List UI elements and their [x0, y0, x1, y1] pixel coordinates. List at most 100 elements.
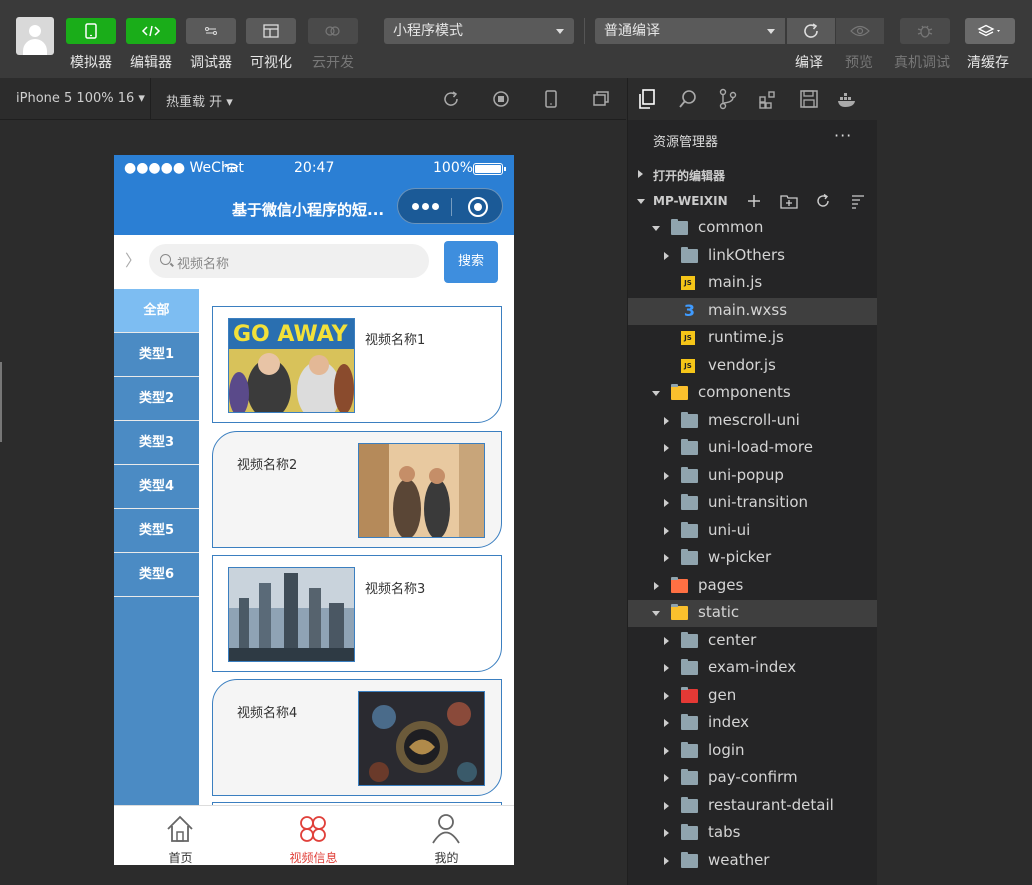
preview-button[interactable]: [836, 18, 884, 44]
video-card[interactable]: GO AWAY 视频名称1: [212, 306, 502, 423]
search-input[interactable]: 视频名称: [149, 244, 429, 278]
compile-select[interactable]: 普通编译: [595, 18, 785, 44]
tree-item-mescroll-uni[interactable]: mescroll-uni: [628, 408, 877, 435]
phone-frame-icon[interactable]: [542, 90, 560, 108]
hot-reload-select[interactable]: 热重载 开 ▾: [166, 91, 233, 110]
chevron-right-icon: [664, 526, 669, 535]
source-control-icon[interactable]: [717, 88, 739, 110]
category-item[interactable]: 类型4: [114, 465, 199, 509]
tree-item-w-picker[interactable]: w-picker: [628, 545, 877, 572]
simulator-tool[interactable]: 模拟器: [66, 18, 116, 72]
tree-item-static[interactable]: static: [628, 600, 877, 627]
video-card[interactable]: 视频名称2: [212, 431, 502, 548]
device-select[interactable]: iPhone 5 100% 16 ▾: [16, 91, 145, 106]
tree-item-label: linkOthers: [708, 245, 785, 264]
debugger-label: 调试器: [190, 55, 232, 71]
tree-item-main-wxss[interactable]: 3 main.wxss: [628, 297, 877, 325]
new-folder-icon[interactable]: [780, 193, 798, 209]
remote-debug-button[interactable]: [900, 18, 950, 44]
category-item[interactable]: 类型3: [114, 421, 199, 465]
tree-item-uni-ui[interactable]: uni-ui: [628, 518, 877, 545]
more-actions-icon[interactable]: ···: [834, 126, 852, 145]
tree-item-uni-load-more[interactable]: uni-load-more: [628, 435, 877, 462]
search-icon[interactable]: [677, 88, 699, 110]
tree-item-restaurant-detail[interactable]: restaurant-detail: [628, 793, 877, 820]
new-file-icon[interactable]: [746, 193, 762, 209]
tab-home[interactable]: 首页: [114, 806, 247, 865]
status-time: 20:47: [294, 160, 335, 176]
tree-item-gen[interactable]: gen: [628, 683, 877, 710]
category-item-all[interactable]: 全部: [114, 289, 199, 333]
category-item[interactable]: 类型5: [114, 509, 199, 553]
open-editors-section[interactable]: 打开的编辑器: [628, 161, 877, 188]
clear-cache-button[interactable]: [965, 18, 1015, 44]
chevron-right-icon: [664, 554, 669, 562]
tree-item-pay-confirm[interactable]: pay-confirm: [628, 765, 877, 792]
tree-item-uni-popup[interactable]: uni-popup: [628, 463, 877, 490]
mode-select[interactable]: 小程序模式: [384, 18, 574, 44]
debugger-tool[interactable]: 调试器: [186, 18, 236, 72]
rotate-icon[interactable]: [442, 90, 460, 108]
folder-icon: [681, 796, 698, 813]
editor-tool[interactable]: 编辑器: [126, 18, 176, 72]
capsule-menu[interactable]: [397, 188, 503, 224]
tree-item-center[interactable]: center: [628, 628, 877, 655]
tree-item-common[interactable]: common: [628, 215, 877, 242]
tree-item-label: components: [698, 383, 791, 401]
js-file-icon: JS: [681, 331, 695, 345]
stop-icon[interactable]: [492, 90, 510, 108]
tab-mine[interactable]: 我的: [380, 806, 513, 865]
folder-icon: [681, 741, 698, 758]
chevron-right-icon: [654, 581, 659, 590]
search-button[interactable]: 搜索: [444, 241, 498, 283]
preview-label: 预览: [845, 55, 873, 71]
tree-item-label: common: [698, 218, 764, 236]
tree-item-tabs[interactable]: tabs: [628, 820, 877, 847]
save-icon[interactable]: [798, 88, 820, 110]
tree-item-login[interactable]: login: [628, 738, 877, 765]
category-item[interactable]: 类型1: [114, 333, 199, 377]
tab-video-info[interactable]: 视频信息: [247, 806, 380, 865]
video-card[interactable]: 视频名称3: [212, 555, 502, 672]
visual-tool[interactable]: 可视化: [246, 18, 296, 72]
extensions-icon[interactable]: [757, 88, 779, 110]
tree-item-label: uni-load-more: [708, 438, 813, 456]
status-bar: ●●●●● WeChat 20:47 100%: [114, 155, 514, 183]
tree-item-label: login: [708, 740, 745, 759]
refresh-icon[interactable]: [815, 193, 831, 209]
chevron-right-icon: [638, 170, 643, 178]
debugger-icon: [186, 18, 236, 44]
caret-down-icon: [767, 29, 775, 34]
tree-item-main-js[interactable]: JS main.js: [628, 270, 877, 297]
top-toolbar: 模拟器 编辑器 调试器 可视化 云开发 小程序模式 普通编译 编译 预览 真机调…: [0, 0, 1032, 78]
tree-item-components[interactable]: components: [628, 380, 877, 407]
collapse-all-icon[interactable]: [850, 193, 866, 209]
activity-bar: [627, 78, 1032, 120]
tree-item-runtime-js[interactable]: JS runtime.js: [628, 325, 877, 352]
compile-button[interactable]: [787, 18, 835, 44]
tree-item-label: uni-ui: [708, 520, 751, 539]
more-icon[interactable]: [412, 203, 439, 210]
chevron-right-icon: [664, 856, 669, 865]
tree-item-uni-transition[interactable]: uni-transition: [628, 490, 877, 517]
tree-item-weather[interactable]: weather: [628, 848, 877, 875]
cloud-label: 云开发: [312, 55, 354, 71]
tree-item-label: center: [708, 630, 757, 649]
video-card[interactable]: 视频名称4: [212, 679, 502, 796]
video-name: 视频名称1: [365, 333, 426, 348]
category-item[interactable]: 类型6: [114, 553, 199, 597]
tree-item-linkOthers[interactable]: linkOthers: [628, 243, 877, 270]
tree-item-vendor-js[interactable]: JS vendor.js: [628, 353, 877, 380]
close-miniprogram-icon[interactable]: [468, 197, 488, 217]
tree-item-pages[interactable]: pages: [628, 573, 877, 600]
category-item[interactable]: 类型2: [114, 377, 199, 421]
explorer-icon[interactable]: [636, 88, 658, 110]
tree-item-exam-index[interactable]: exam-index: [628, 655, 877, 682]
user-avatar[interactable]: [16, 17, 54, 55]
docker-icon[interactable]: [836, 88, 858, 110]
cloud-tool[interactable]: 云开发: [308, 18, 358, 72]
category-sidebar: 全部 类型1 类型2 类型3 类型4 类型5 类型6: [114, 289, 199, 805]
tree-item-index[interactable]: index: [628, 710, 877, 737]
window-icon[interactable]: [592, 90, 610, 108]
project-section[interactable]: MP-WEIXIN: [628, 188, 877, 215]
